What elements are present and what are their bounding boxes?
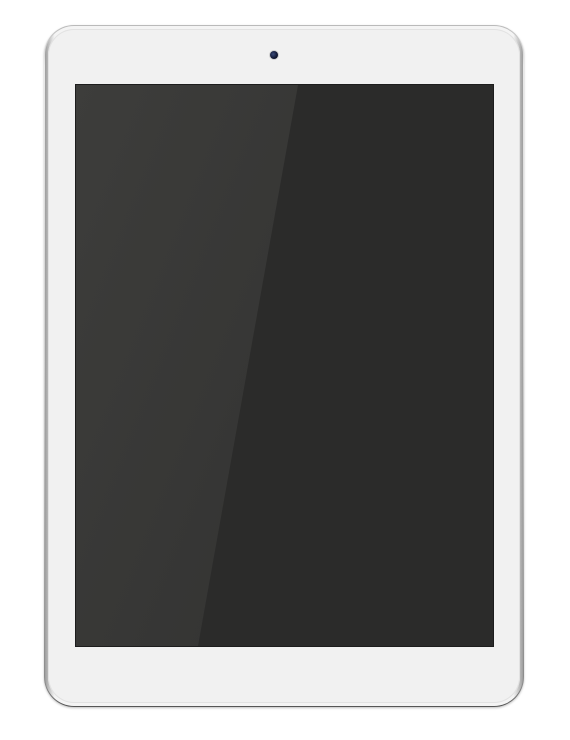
front-camera-icon (270, 51, 278, 59)
tablet-screen[interactable] (76, 85, 493, 646)
screen-glare-shape (76, 85, 298, 646)
screen-glare (76, 85, 298, 646)
stage (0, 0, 570, 740)
